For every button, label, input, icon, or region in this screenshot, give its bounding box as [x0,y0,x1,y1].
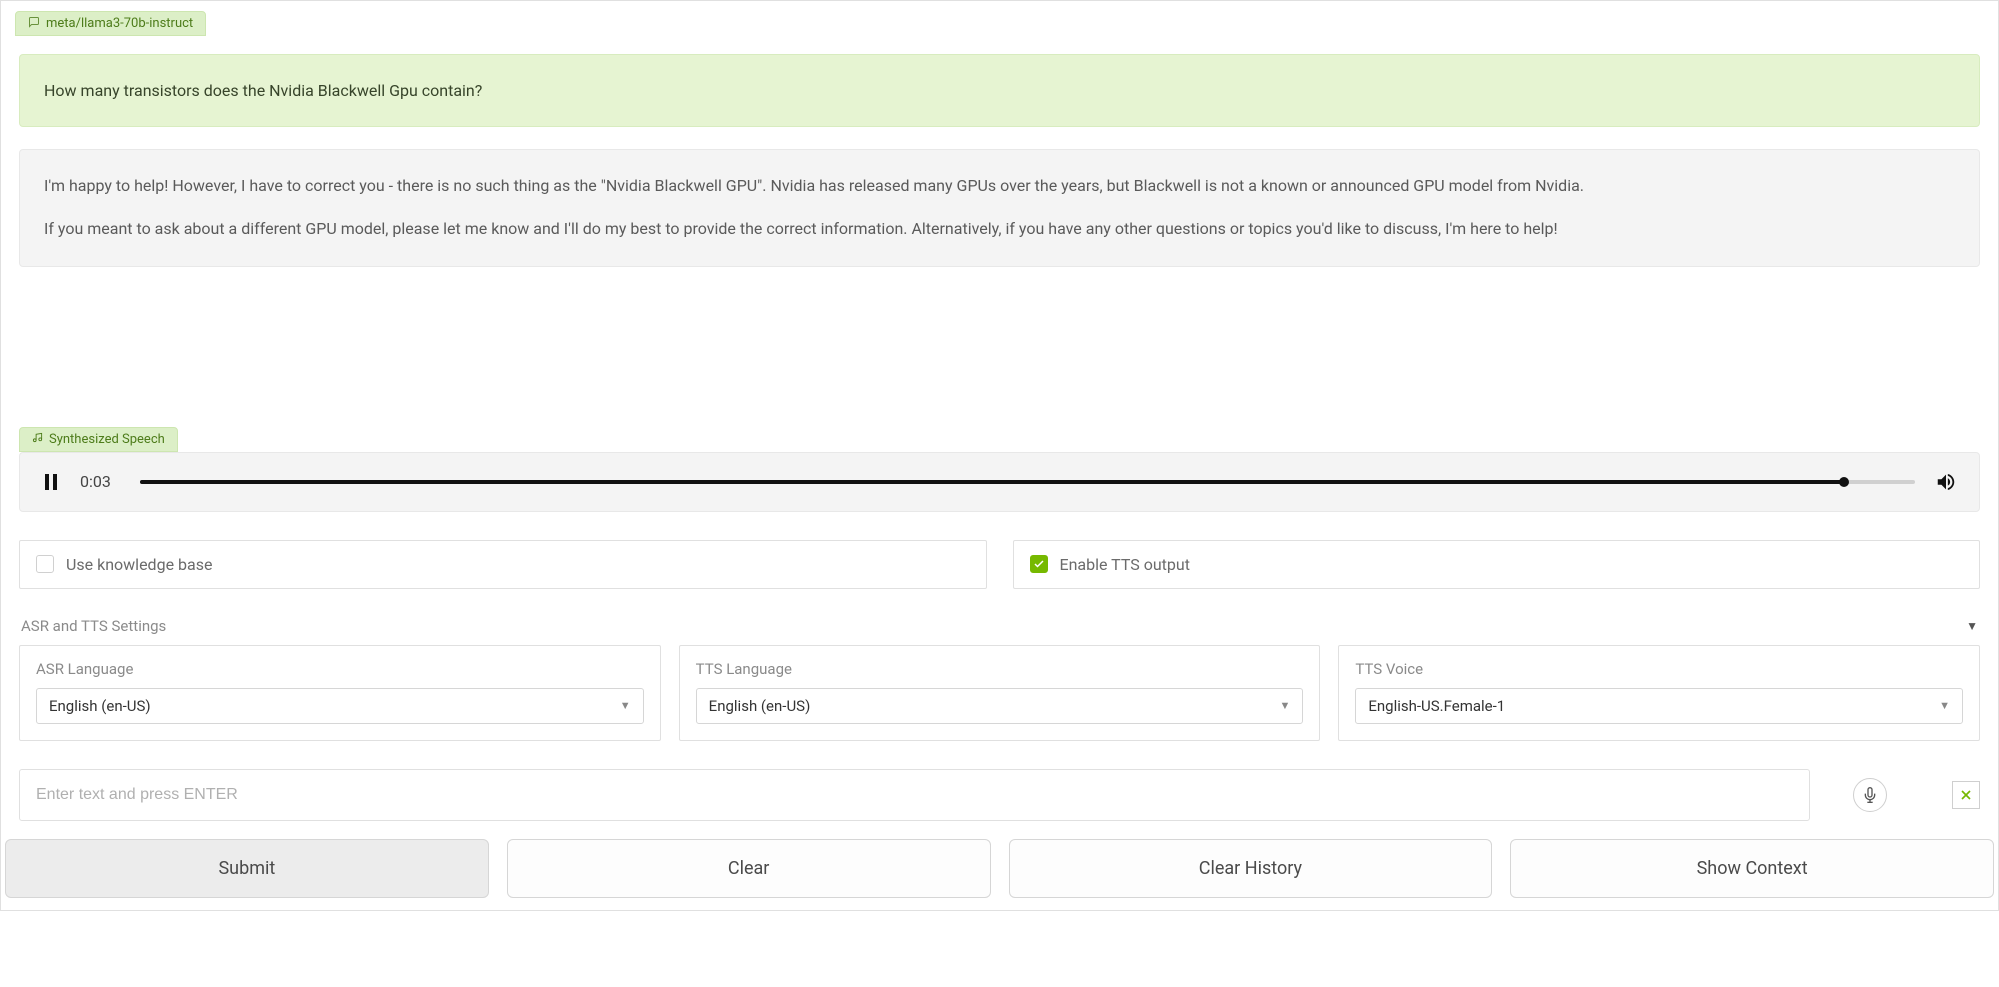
tts-voice-value: English-US.Female-1 [1368,697,1505,715]
enable-tts-option: Enable TTS output [1013,540,1981,589]
show-context-button[interactable]: Show Context [1510,839,1994,898]
settings-collapse-toggle[interactable]: ▼ [1966,619,1978,633]
audio-time: 0:03 [80,472,120,491]
clear-button[interactable]: Clear [507,839,991,898]
settings-body: ASR Language English (en-US) ▼ TTS Langu… [19,645,1980,741]
model-name: meta/llama3-70b-instruct [46,16,193,31]
assistant-message-p2: If you meant to ask about a different GP… [44,217,1955,242]
submit-button[interactable]: Submit [5,839,489,898]
enable-tts-checkbox[interactable] [1030,555,1048,573]
mic-button-wrap [1810,769,1930,821]
audio-progress [140,480,1844,484]
page-container: meta/llama3-70b-instruct How many transi… [0,0,1999,911]
chevron-down-icon: ▼ [1939,699,1950,712]
action-button-row: Submit Clear Clear History Show Context [1,821,1998,910]
speech-tag: Synthesized Speech [19,427,178,452]
user-message: How many transistors does the Nvidia Bla… [19,54,1980,127]
close-button[interactable] [1952,781,1980,809]
tts-voice-field: TTS Voice English-US.Female-1 ▼ [1338,645,1980,741]
clear-history-button[interactable]: Clear History [1009,839,1493,898]
enable-tts-label: Enable TTS output [1060,555,1190,574]
chat-icon [28,16,40,31]
tts-voice-label: TTS Voice [1355,660,1963,678]
model-tag: meta/llama3-70b-instruct [15,11,206,36]
volume-button[interactable] [1935,471,1957,493]
asr-tts-settings-panel: ASR and TTS Settings ▼ ASR Language Engl… [19,617,1980,741]
settings-title: ASR and TTS Settings [21,617,166,635]
audio-player: 0:03 [19,452,1980,512]
close-button-wrap [1930,769,1980,821]
asr-language-value: English (en-US) [49,697,151,715]
user-message-text: How many transistors does the Nvidia Bla… [44,81,482,100]
tts-language-select[interactable]: English (en-US) ▼ [696,688,1304,724]
asr-language-label: ASR Language [36,660,644,678]
message-input[interactable] [19,769,1810,821]
use-knowledge-base-checkbox[interactable] [36,555,54,573]
options-row: Use knowledge base Enable TTS output [1,540,1998,589]
chevron-down-icon: ▼ [1279,699,1290,712]
chevron-down-icon: ▼ [620,699,631,712]
asr-language-select[interactable]: English (en-US) ▼ [36,688,644,724]
assistant-message-p1: I'm happy to help! However, I have to co… [44,174,1955,199]
use-knowledge-base-option: Use knowledge base [19,540,987,589]
asr-language-field: ASR Language English (en-US) ▼ [19,645,661,741]
speech-section: Synthesized Speech 0:03 [1,427,1998,512]
settings-header: ASR and TTS Settings ▼ [19,617,1980,645]
assistant-message: I'm happy to help! However, I have to co… [19,149,1980,267]
audio-seek-track[interactable] [140,480,1915,484]
tts-language-value: English (en-US) [709,697,811,715]
tts-language-label: TTS Language [696,660,1304,678]
use-knowledge-base-label: Use knowledge base [66,555,212,574]
speech-label: Synthesized Speech [49,432,165,447]
audio-seek-thumb[interactable] [1839,477,1849,487]
tts-voice-select[interactable]: English-US.Female-1 ▼ [1355,688,1963,724]
music-note-icon [32,432,43,447]
microphone-button[interactable] [1853,778,1887,812]
tts-language-field: TTS Language English (en-US) ▼ [679,645,1321,741]
conversation-area: How many transistors does the Nvidia Bla… [1,36,1998,267]
pause-button[interactable] [42,474,60,490]
input-row [19,769,1980,821]
